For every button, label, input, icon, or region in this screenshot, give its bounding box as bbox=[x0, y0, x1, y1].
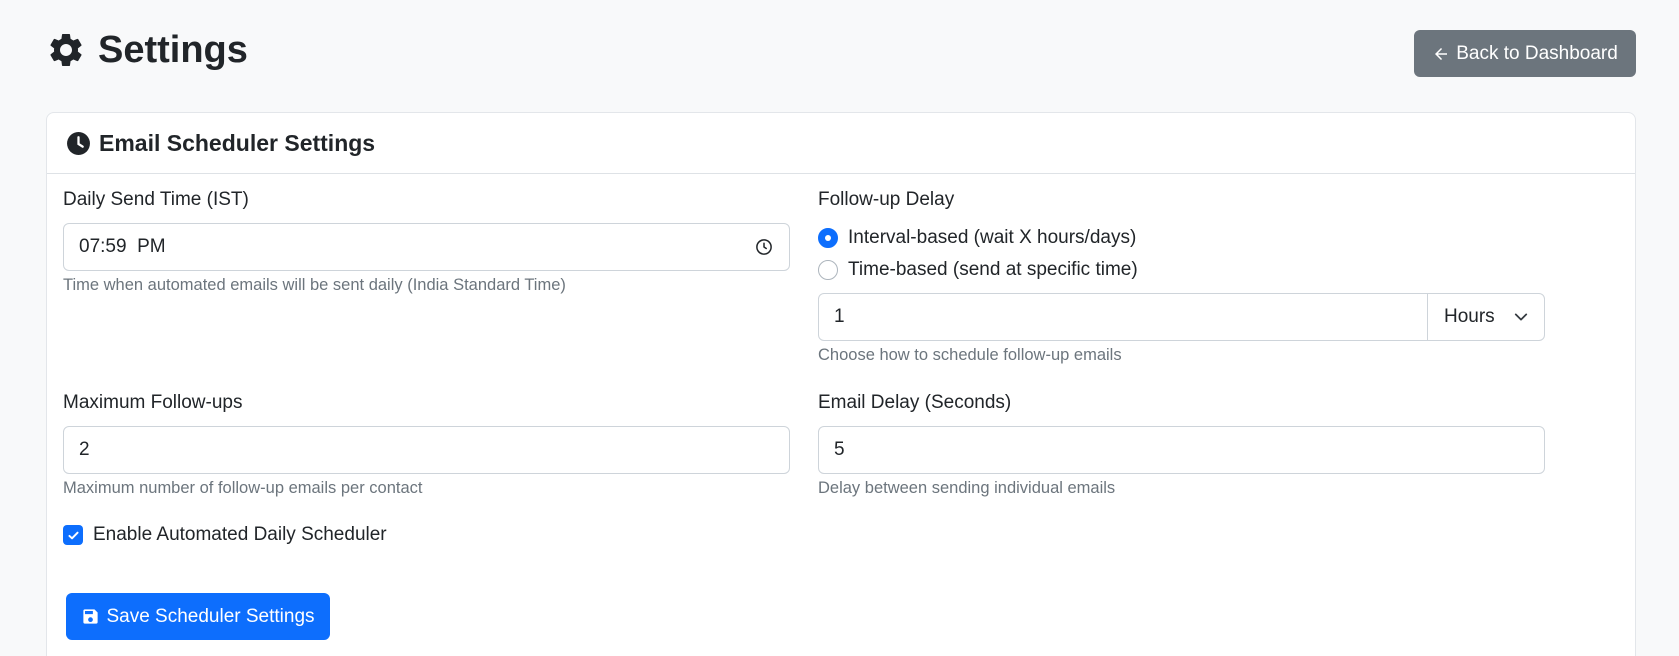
follow-up-delay-help: Choose how to schedule follow-up emails bbox=[818, 346, 1122, 364]
email-delay-label: Email Delay (Seconds) bbox=[818, 392, 1012, 413]
card-title: Email Scheduler Settings bbox=[99, 129, 376, 156]
save-scheduler-settings-button[interactable]: Save Scheduler Settings bbox=[66, 593, 330, 640]
follow-up-unit-select[interactable]: Hours bbox=[1427, 293, 1545, 341]
radio-label: Interval-based (wait X hours/days) bbox=[848, 227, 1137, 248]
email-delay-value: 5 bbox=[834, 439, 845, 460]
email-delay-input[interactable]: 5 bbox=[818, 426, 1545, 474]
daily-send-time-input[interactable]: 07:59 PM bbox=[63, 223, 790, 271]
max-follow-ups-value: 2 bbox=[79, 439, 90, 460]
radio-time-based[interactable]: Time-based (send at specific time) bbox=[818, 259, 1138, 281]
radio-button[interactable] bbox=[818, 228, 838, 248]
follow-up-delay-value: 1 bbox=[834, 306, 845, 327]
daily-send-time-value: 07:59 PM bbox=[79, 236, 166, 257]
daily-send-time-help: Time when automated emails will be sent … bbox=[63, 276, 566, 294]
radio-button[interactable] bbox=[818, 260, 838, 280]
enable-scheduler-label: Enable Automated Daily Scheduler bbox=[93, 524, 387, 545]
max-follow-ups-input[interactable]: 2 bbox=[63, 426, 790, 474]
daily-send-time-label: Daily Send Time (IST) bbox=[63, 189, 249, 210]
max-follow-ups-label: Maximum Follow-ups bbox=[63, 392, 243, 413]
back-button-label: Back to Dashboard bbox=[1456, 42, 1618, 64]
back-to-dashboard-button[interactable]: Back to Dashboard bbox=[1414, 30, 1636, 77]
save-button-label: Save Scheduler Settings bbox=[106, 605, 315, 627]
enable-scheduler-checkbox-row[interactable]: Enable Automated Daily Scheduler bbox=[63, 524, 387, 546]
card-header: Email Scheduler Settings bbox=[47, 113, 1635, 174]
gear-icon bbox=[50, 33, 82, 66]
radio-interval-based[interactable]: Interval-based (wait X hours/days) bbox=[818, 227, 1136, 249]
radio-label: Time-based (send at specific time) bbox=[848, 259, 1138, 280]
max-follow-ups-help: Maximum number of follow-up emails per c… bbox=[63, 479, 423, 497]
page-header: Settings bbox=[46, 26, 248, 74]
clock-icon bbox=[67, 131, 90, 155]
follow-up-delay-input[interactable]: 1 bbox=[818, 293, 1428, 341]
clock-icon[interactable] bbox=[755, 238, 773, 256]
chevron-down-icon bbox=[1514, 313, 1528, 321]
checkmark-icon bbox=[67, 531, 79, 539]
arrow-left-icon bbox=[1435, 47, 1448, 60]
enable-scheduler-checkbox[interactable] bbox=[63, 525, 83, 545]
page-title: Settings bbox=[98, 29, 248, 71]
follow-up-unit-value: Hours bbox=[1444, 306, 1495, 327]
email-delay-help: Delay between sending individual emails bbox=[818, 479, 1116, 497]
save-icon bbox=[83, 609, 99, 624]
follow-up-delay-label: Follow-up Delay bbox=[818, 189, 955, 210]
